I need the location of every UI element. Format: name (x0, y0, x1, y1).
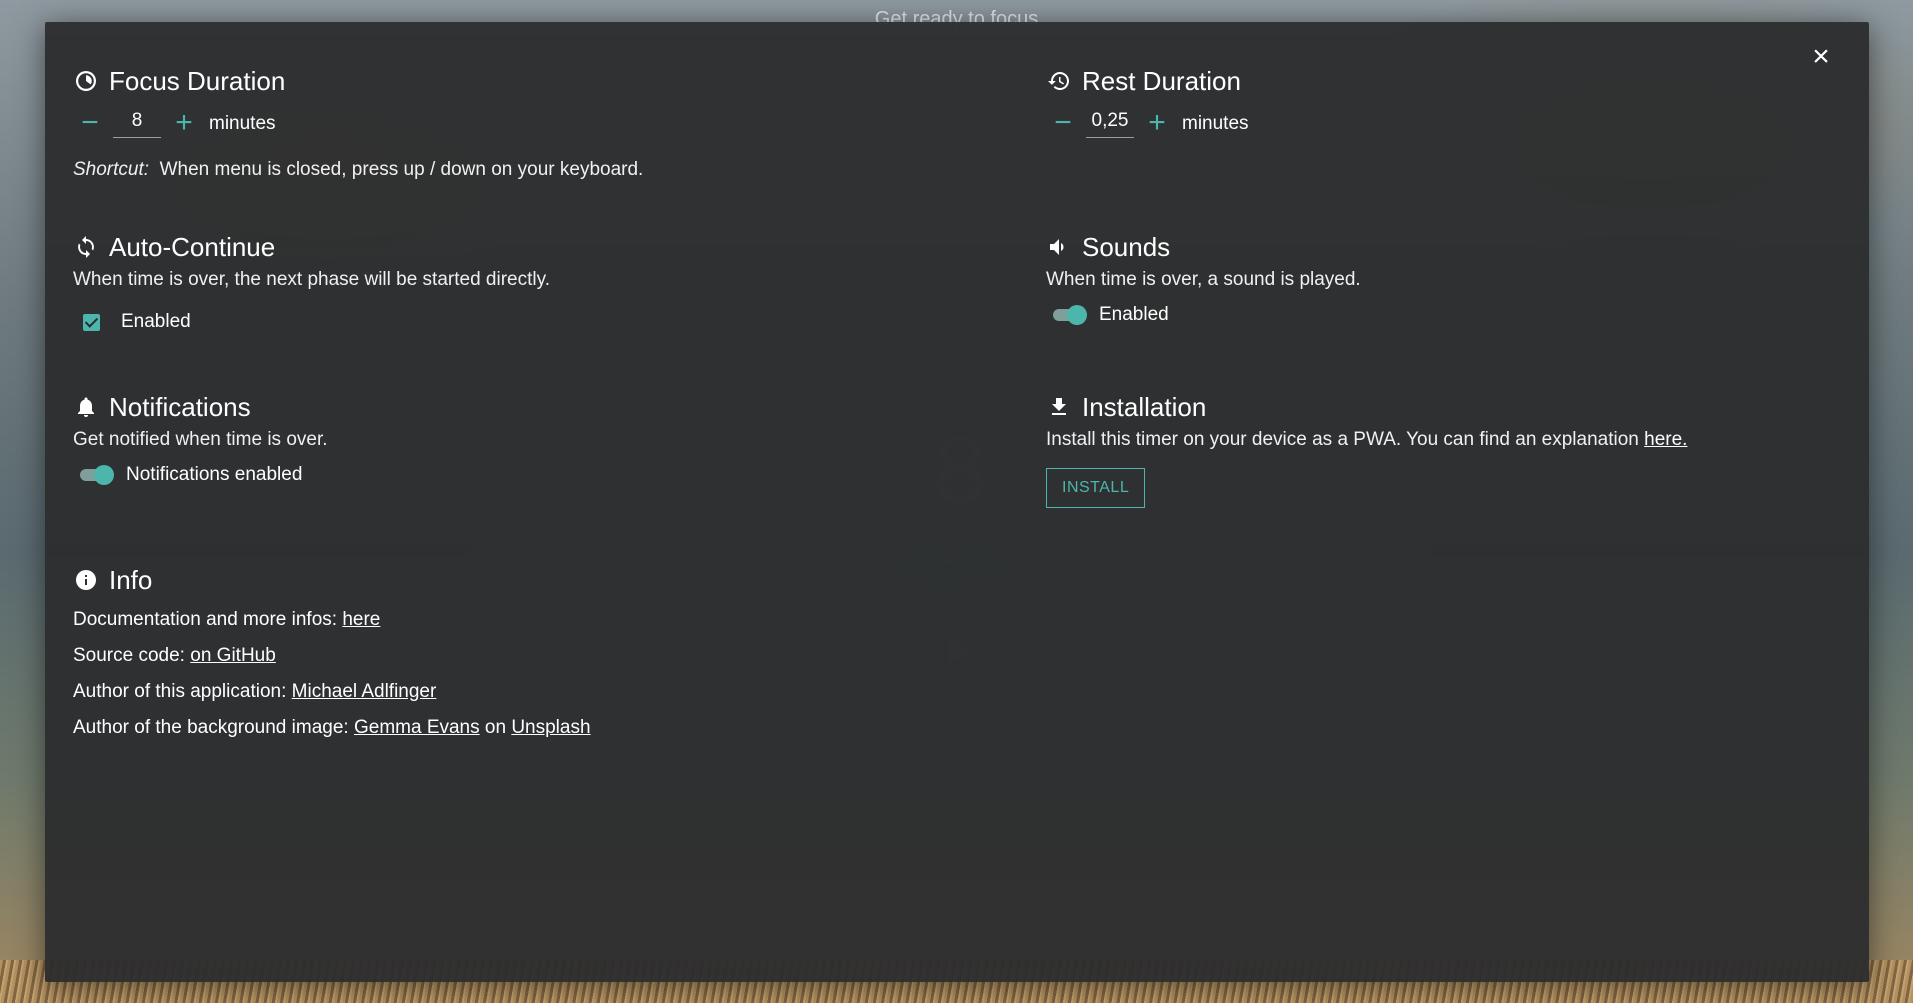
installation-title: Installation (1082, 391, 1207, 422)
sounds-toggle-row[interactable]: Enabled (1046, 304, 1746, 326)
refresh-icon (73, 234, 99, 260)
installation-heading: Installation (1046, 390, 1826, 424)
auto-continue-checkbox-label: Enabled (121, 311, 191, 332)
info-docs-link[interactable]: here (342, 609, 380, 630)
auto-continue-section: Auto-Continue When time is over, the nex… (73, 230, 973, 333)
info-docs-line: Documentation and more infos: here (73, 602, 973, 638)
notifications-heading: Notifications (73, 390, 973, 424)
volume-icon (1046, 234, 1072, 260)
auto-continue-checkbox-row[interactable]: Enabled (73, 311, 973, 333)
installation-explanation-link[interactable]: here. (1644, 429, 1687, 450)
info-author-link[interactable]: Michael Adlfinger (292, 681, 437, 702)
sounds-title: Sounds (1082, 231, 1171, 262)
info-icon (73, 567, 99, 593)
info-bg-author-label: Author of the background image: (73, 717, 349, 738)
notifications-section: Notifications Get notified when time is … (73, 390, 973, 486)
focus-duration-unit: minutes (209, 113, 276, 134)
focus-increase-button[interactable]: + (167, 107, 201, 141)
info-author-label: Author of this application: (73, 681, 287, 702)
focus-duration-heading: Focus Duration (73, 64, 973, 98)
notifications-toggle[interactable] (80, 465, 114, 485)
info-docs-label: Documentation and more infos: (73, 609, 338, 630)
shortcut-text: When menu is closed, press up / down on … (159, 159, 644, 180)
info-author-line: Author of this application: Michael Adlf… (73, 674, 973, 710)
info-source-line: Source code: on GitHub (73, 638, 973, 674)
settings-modal: × Focus Duration − 8 + minutes Shortcut:… (45, 22, 1869, 982)
focus-duration-input[interactable]: 8 (113, 110, 161, 138)
rest-duration-heading: Rest Duration (1046, 64, 1746, 98)
shortcut-hint: Shortcut: When menu is closed, press up … (73, 159, 973, 181)
auto-continue-checkbox[interactable] (83, 313, 100, 331)
focus-duration-section: Focus Duration − 8 + minutes Shortcut: W… (73, 64, 973, 181)
auto-continue-heading: Auto-Continue (73, 230, 973, 264)
info-title: Info (109, 564, 153, 595)
info-unsplash-link[interactable]: Unsplash (511, 717, 590, 738)
rest-decrease-button[interactable]: − (1046, 107, 1080, 141)
info-bg-author-link[interactable]: Gemma Evans (354, 717, 480, 738)
sounds-toggle[interactable] (1053, 305, 1087, 325)
notifications-toggle-label: Notifications enabled (126, 464, 303, 485)
focus-duration-title: Focus Duration (109, 65, 286, 96)
timer-pie-icon (73, 68, 99, 94)
bell-icon (73, 394, 99, 420)
install-button[interactable]: INSTALL (1046, 468, 1146, 508)
notifications-toggle-knob (94, 465, 114, 485)
info-source-label: Source code: (73, 645, 185, 666)
info-github-link[interactable]: on GitHub (190, 645, 276, 666)
notifications-toggle-row[interactable]: Notifications enabled (73, 464, 973, 486)
rest-increase-button[interactable]: + (1140, 107, 1174, 141)
auto-continue-description: When time is over, the next phase will b… (73, 269, 550, 290)
history-icon (1046, 68, 1072, 94)
rest-duration-unit: minutes (1182, 113, 1249, 134)
installation-description-text: Install this timer on your device as a P… (1046, 429, 1639, 450)
shortcut-label: Shortcut: (73, 159, 150, 180)
sounds-toggle-label: Enabled (1099, 304, 1169, 325)
info-bg-on-text: on (484, 717, 507, 738)
rest-duration-input[interactable]: 0,25 (1086, 110, 1134, 138)
notifications-description: Get notified when time is over. (73, 429, 328, 450)
sounds-toggle-knob (1067, 305, 1087, 325)
installation-description: Install this timer on your device as a P… (1046, 429, 1826, 451)
info-heading: Info (73, 563, 973, 597)
download-icon (1046, 394, 1072, 420)
focus-decrease-button[interactable]: − (73, 107, 107, 141)
auto-continue-title: Auto-Continue (109, 231, 276, 262)
installation-section: Installation Install this timer on your … (1046, 390, 1826, 508)
notifications-title: Notifications (109, 391, 251, 422)
sounds-section: Sounds When time is over, a sound is pla… (1046, 230, 1746, 326)
info-bg-author-line: Author of the background image: Gemma Ev… (73, 710, 973, 746)
sounds-description: When time is over, a sound is played. (1046, 269, 1361, 290)
info-section: Info Documentation and more infos: here … (73, 563, 973, 746)
rest-duration-section: Rest Duration − 0,25 + minutes (1046, 64, 1746, 142)
rest-duration-title: Rest Duration (1082, 65, 1241, 96)
sounds-heading: Sounds (1046, 230, 1746, 264)
focus-duration-stepper: − 8 + minutes (73, 106, 973, 142)
close-button[interactable]: × (1804, 40, 1838, 74)
rest-duration-stepper: − 0,25 + minutes (1046, 106, 1746, 142)
